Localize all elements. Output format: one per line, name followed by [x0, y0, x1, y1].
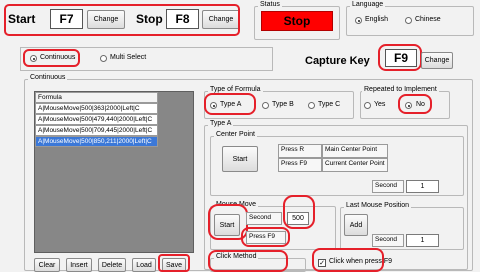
start-label: Start: [8, 12, 36, 26]
type-b-label[interactable]: Type B: [272, 101, 294, 108]
formula-row-selected[interactable]: A|MouseMove|500|850,211|2000|Left|C: [35, 136, 158, 147]
capture-key-label: Capture Key: [305, 55, 370, 67]
click-when-label[interactable]: Click when press F9: [329, 258, 392, 265]
language-chinese-radio[interactable]: [405, 17, 412, 24]
repeat-yes-label[interactable]: Yes: [374, 101, 385, 108]
stop-label: Stop: [136, 12, 163, 26]
last-mouse-second-input[interactable]: 1: [406, 234, 439, 247]
status-indicator: Stop: [261, 11, 333, 31]
mode-continuous-label[interactable]: Continuous: [40, 54, 75, 61]
press-f9-cell: Press F9: [278, 158, 322, 172]
mode-continuous-radio[interactable]: [30, 55, 37, 62]
repeat-no-label[interactable]: No: [416, 101, 425, 108]
last-mouse-label: Last Mouse Position: [344, 202, 412, 209]
center-point-second-label: Second: [372, 180, 404, 193]
continuous-group-label: Continuous: [28, 74, 68, 81]
click-when-checkbox[interactable]: ✓: [318, 259, 326, 267]
mouse-move-press-f9-cell: Press F9: [246, 231, 286, 244]
hotkey-bar: Start F7 Change Stop F8 Change: [4, 5, 240, 35]
type-a-label[interactable]: Type A: [220, 101, 241, 108]
repeat-no-radio[interactable]: [405, 102, 412, 109]
language-group-label: Language: [350, 1, 386, 8]
main-center-point-cell: Main Center Point: [322, 144, 388, 158]
mouse-move-label: Mouse Move: [214, 201, 259, 208]
mode-multi-select-radio[interactable]: [100, 55, 107, 62]
formula-row[interactable]: A|MouseMove|500|363|2000|Left|C: [35, 103, 158, 114]
repeat-yes-radio[interactable]: [364, 102, 371, 109]
type-c-label[interactable]: Type C: [318, 101, 340, 108]
capture-change-button[interactable]: Change: [421, 52, 453, 69]
repeat-label: Repeated to Implement: [362, 86, 439, 93]
start-key-field: F7: [50, 9, 83, 29]
start-change-button[interactable]: Change: [87, 10, 125, 29]
last-mouse-second-label: Second: [372, 234, 404, 247]
last-mouse-add-button[interactable]: Add: [344, 214, 368, 236]
language-chinese-label[interactable]: Chinese: [415, 16, 441, 23]
mode-multi-select-label[interactable]: Multi Select: [110, 54, 146, 61]
type-c-radio[interactable]: [308, 102, 315, 109]
formula-row[interactable]: A|MouseMove|500|709,445|2000|Left|C: [35, 125, 158, 136]
center-point-label: Center Point: [214, 131, 257, 138]
type-formula-label: Type of Formula: [208, 86, 263, 93]
type-b-radio[interactable]: [262, 102, 269, 109]
formula-list[interactable]: Formula A|MouseMove|500|363|2000|Left|C …: [34, 91, 194, 253]
type-a-group-label: Type A: [208, 120, 234, 127]
mouse-move-second-label: Second: [246, 212, 282, 225]
center-point-start-button[interactable]: Start: [222, 146, 258, 172]
mouse-move-start-button[interactable]: Start: [214, 214, 240, 236]
language-english-radio[interactable]: [355, 17, 362, 24]
type-a-radio[interactable]: [210, 102, 217, 109]
center-point-second-input[interactable]: 1: [406, 180, 439, 193]
formula-list-header: Formula: [35, 92, 158, 103]
formula-row[interactable]: A|MouseMove|500|479,440|2000|Left|C: [35, 114, 158, 125]
mouse-move-second-input[interactable]: 500: [287, 212, 309, 225]
stop-change-button[interactable]: Change: [202, 10, 240, 29]
current-center-point-cell: Current Center Point: [322, 158, 388, 172]
stop-key-field: F8: [166, 9, 199, 29]
language-english-label[interactable]: English: [365, 16, 388, 23]
status-group-label: Status: [258, 1, 282, 8]
capture-key-field: F9: [385, 49, 417, 67]
click-method-label: Click Method: [214, 253, 259, 260]
press-r-cell: Press R: [278, 144, 322, 158]
